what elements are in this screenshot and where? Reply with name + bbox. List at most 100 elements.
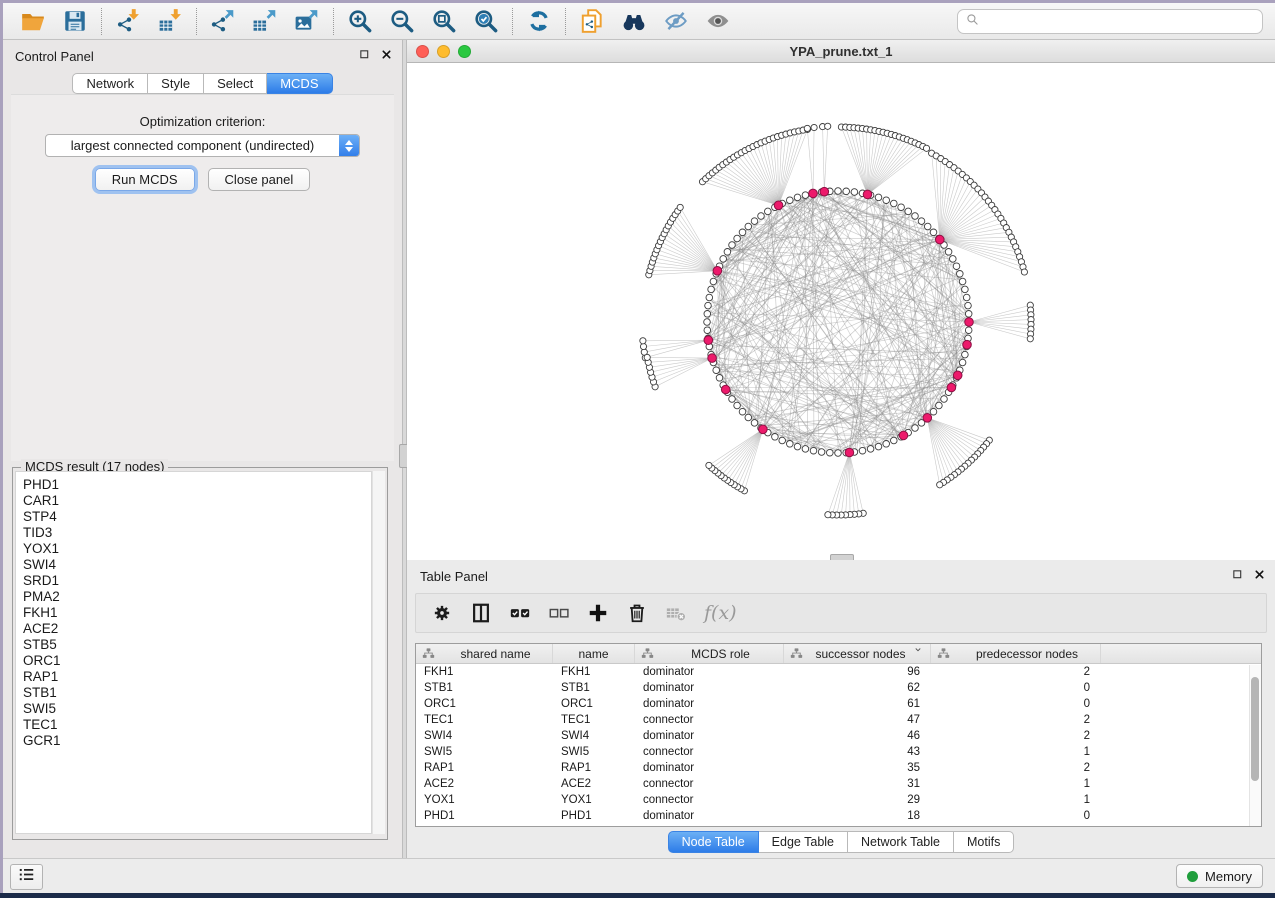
network-window-titlebar[interactable]: YPA_prune.txt_1 [407,40,1275,63]
network-node[interactable] [734,235,741,242]
column-header-successor-nodes[interactable]: successor nodes [784,644,931,663]
table-row[interactable]: FKH1FKH1dominator962 [416,664,1261,680]
mcds-result-item[interactable]: SWI5 [23,701,371,717]
network-node[interactable] [810,447,817,454]
tab-network[interactable]: Network [72,73,148,94]
network-node[interactable] [811,124,817,130]
network-node[interactable] [835,188,842,195]
network-node[interactable] [734,402,741,409]
network-node[interactable] [965,302,972,309]
network-node[interactable] [739,229,746,236]
network-node[interactable] [965,311,972,318]
table-row[interactable]: ORC1ORC1dominator610 [416,696,1261,712]
mcds-result-item[interactable]: TEC1 [23,717,371,733]
network-node[interactable] [827,449,834,456]
network-node[interactable] [787,197,794,204]
network-node[interactable] [965,327,972,334]
show-columns-icon[interactable] [470,602,492,624]
zoom-out-icon[interactable] [389,8,415,34]
mcds-result-item[interactable]: STP4 [23,509,371,525]
network-canvas[interactable] [407,63,1275,560]
network-node[interactable] [918,218,925,225]
network-hub-node[interactable] [947,383,956,392]
network-node[interactable] [936,402,943,409]
network-node[interactable] [912,213,919,220]
network-node[interactable] [704,319,711,326]
float-panel-icon[interactable] [359,49,370,60]
network-node[interactable] [802,192,809,199]
network-hub-node[interactable] [923,414,932,423]
delete-table-icon[interactable] [665,602,687,624]
network-hub-node[interactable] [820,187,829,196]
network-node[interactable] [818,449,825,456]
network-node[interactable] [704,311,711,318]
network-node[interactable] [739,408,746,415]
mcds-result-item[interactable]: PMA2 [23,589,371,605]
network-node[interactable] [875,443,882,450]
network-node[interactable] [794,194,801,201]
function-builder-icon[interactable]: f(x) [704,602,737,624]
run-mcds-button[interactable]: Run MCDS [95,168,195,191]
tab-style[interactable]: Style [148,73,204,94]
window-minimize-light[interactable] [437,45,450,58]
network-hub-node[interactable] [863,190,872,199]
memory-button[interactable]: Memory [1176,864,1263,888]
table-settings-icon[interactable] [431,602,453,624]
network-node[interactable] [640,338,646,344]
network-hub-node[interactable] [774,201,783,210]
tab-edge-table[interactable]: Edge Table [759,831,848,853]
network-node[interactable] [706,294,713,301]
network-node[interactable] [825,512,831,518]
search-neighbors-icon[interactable] [621,8,647,34]
network-node[interactable] [843,188,850,195]
sort-indicator-icon[interactable] [914,646,930,661]
network-node[interactable] [957,271,964,278]
network-node[interactable] [945,249,952,256]
mcds-result-item[interactable]: ORC1 [23,653,371,669]
criterion-select[interactable]: largest connected component (undirected) [45,134,360,157]
network-node[interactable] [950,256,957,263]
hide-selected-icon[interactable] [663,8,689,34]
mcds-result-item[interactable]: RAP1 [23,669,371,685]
mcds-result-item[interactable]: GCR1 [23,733,371,749]
network-node[interactable] [779,437,786,444]
network-node[interactable] [724,249,731,256]
network-node[interactable] [851,189,858,196]
network-node[interactable] [729,396,736,403]
network-node[interactable] [794,443,801,450]
add-column-icon[interactable] [587,602,609,624]
network-node[interactable] [765,208,772,215]
network-hub-node[interactable] [936,235,945,244]
network-node[interactable] [804,125,810,131]
network-node[interactable] [751,420,758,427]
network-node[interactable] [924,223,931,230]
network-hub-node[interactable] [953,371,962,380]
close-panel-icon[interactable] [381,49,392,60]
table-scrollbar-thumb[interactable] [1251,677,1259,781]
table-row[interactable]: SWI4SWI4dominator462 [416,728,1261,744]
zoom-selected-icon[interactable] [473,8,499,34]
table-scrollbar[interactable] [1249,665,1261,826]
tab-select[interactable]: Select [204,73,267,94]
network-hub-node[interactable] [721,385,730,394]
import-network-icon[interactable] [115,8,141,34]
import-table-icon[interactable] [157,8,183,34]
network-hub-node[interactable] [899,431,908,440]
deselect-all-icon[interactable] [548,602,570,624]
network-node[interactable] [1027,336,1033,342]
table-row[interactable]: STB1STB1dominator620 [416,680,1261,696]
network-hub-node[interactable] [704,336,713,345]
network-node[interactable] [883,197,890,204]
mcds-result-item[interactable]: TID3 [23,525,371,541]
mcds-result-item[interactable]: SRD1 [23,573,371,589]
network-node[interactable] [758,213,765,220]
save-session-icon[interactable] [62,8,88,34]
zoom-fit-icon[interactable] [431,8,457,34]
network-hub-node[interactable] [845,448,854,457]
table-row[interactable]: ACE2ACE2connector311 [416,776,1261,792]
network-node[interactable] [930,229,937,236]
task-history-button[interactable] [10,864,43,890]
network-node[interactable] [705,302,712,309]
network-node[interactable] [720,256,727,263]
delete-column-icon[interactable] [626,602,648,624]
